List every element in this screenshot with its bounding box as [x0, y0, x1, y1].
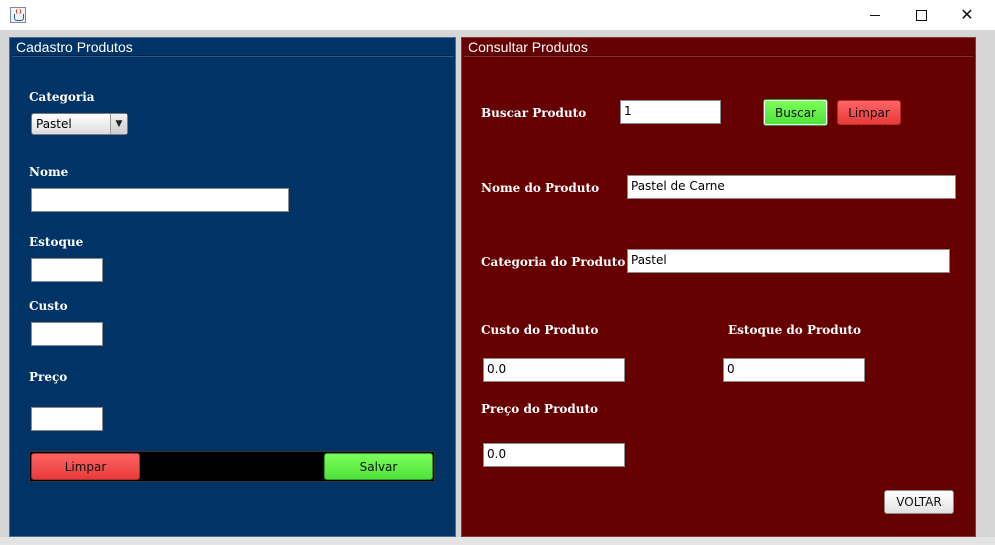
close-button[interactable]: ✕ [944, 0, 990, 30]
panel-divider [12, 55, 453, 57]
estoque-produto-field[interactable]: 0 [723, 358, 865, 382]
categoria-select[interactable]: Pastel ▼ [31, 113, 128, 135]
nome-produto-field[interactable]: Pastel de Carne [627, 175, 956, 199]
categoria-selected-value: Pastel [36, 117, 72, 131]
buscar-produto-input[interactable]: 1 [620, 100, 721, 124]
preco-label: Preço [29, 370, 68, 384]
nome-input[interactable] [31, 188, 289, 212]
nome-label: Nome [29, 165, 69, 179]
salvar-button[interactable]: Salvar [324, 453, 433, 480]
categoria-produto-label: Categoria do Produto [481, 255, 626, 269]
chevron-down-icon[interactable]: ▼ [110, 114, 127, 134]
nome-produto-label: Nome do Produto [481, 181, 600, 195]
buscar-button[interactable]: Buscar [763, 99, 828, 126]
voltar-button[interactable]: VOLTAR [884, 490, 954, 514]
panel-divider [464, 55, 973, 57]
buscar-produto-label: Buscar Produto [481, 106, 587, 120]
maximize-button[interactable] [898, 0, 944, 30]
custo-input[interactable] [31, 322, 103, 346]
estoque-label: Estoque [29, 235, 84, 249]
preco-input[interactable] [31, 407, 103, 431]
minimize-icon [870, 14, 880, 16]
window-bottom-border [0, 537, 995, 545]
close-icon: ✕ [960, 5, 974, 24]
custo-label: Custo [29, 299, 68, 313]
preco-produto-label: Preço do Produto [481, 402, 599, 416]
limpar-button[interactable]: Limpar [31, 453, 140, 480]
categoria-label: Categoria [29, 90, 95, 104]
panel-title: Cadastro Produtos [16, 39, 133, 55]
limpar-busca-button[interactable]: Limpar [837, 100, 901, 125]
custo-produto-field[interactable]: 0.0 [483, 358, 625, 382]
minimize-button[interactable] [852, 0, 898, 30]
estoque-produto-label: Estoque do Produto [728, 323, 861, 337]
categoria-produto-field[interactable]: Pastel [627, 249, 950, 273]
maximize-icon [915, 9, 927, 21]
panel-title: Consultar Produtos [468, 39, 588, 55]
preco-produto-field[interactable]: 0.0 [483, 443, 625, 467]
custo-produto-label: Custo do Produto [481, 323, 599, 337]
java-coffee-cup-icon[interactable] [10, 7, 26, 23]
estoque-input[interactable] [31, 258, 103, 282]
title-bar: ✕ [0, 0, 995, 30]
